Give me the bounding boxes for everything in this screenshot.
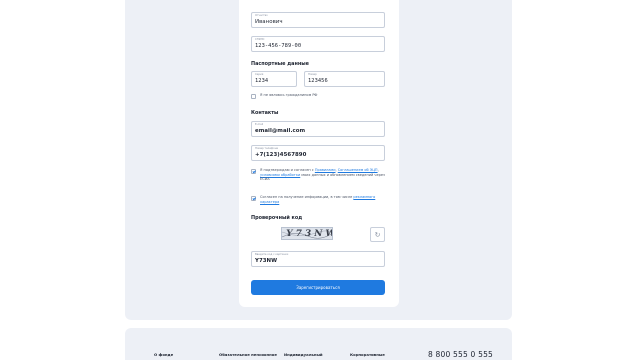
consent-rules-text: Я подтверждаю и согласен с Правилами, Со…	[260, 168, 385, 182]
captcha-input-field[interactable]: Введите код с картинки Y73NW	[251, 251, 385, 267]
captcha-input-label: Введите код с картинки	[255, 253, 289, 256]
not-citizen-checkbox-row[interactable]: Я не являюсь гражданином РФ	[251, 93, 385, 99]
consent-ads-text: Согласен на получение информации, в том …	[260, 195, 385, 204]
captcha-text: Y73NW	[285, 229, 333, 239]
phone-label: Номер телефона	[255, 147, 279, 150]
processing-terms-link[interactable]: условиями обработки	[260, 173, 300, 177]
captcha-image: Y73NW	[281, 227, 333, 240]
passport-section-title: Паспортные данные	[251, 61, 309, 67]
not-citizen-label: Я не являюсь гражданином РФ	[260, 93, 318, 97]
captcha-input-value: Y73NW	[255, 257, 278, 264]
register-button[interactable]: Зарегистрироваться	[251, 280, 385, 295]
passport-series-field[interactable]: Серия 1234	[251, 71, 297, 87]
email-value: email@mail.com	[255, 127, 306, 134]
passport-number-field[interactable]: Номер 123456	[304, 71, 385, 87]
patronymic-value: Иванович	[255, 18, 283, 25]
reload-captcha-button[interactable]: ↻	[370, 227, 385, 242]
captcha-section-title: Проверочный код	[251, 215, 303, 221]
refresh-icon: ↻	[374, 230, 381, 239]
footer-link-individual[interactable]: Индивидуальный	[284, 352, 323, 357]
passport-series-value: 1234	[255, 77, 269, 84]
phone-field[interactable]: Номер телефона +7(123)4567890	[251, 145, 385, 161]
passport-series-label: Серия	[255, 73, 264, 76]
patronymic-label: Отчество	[255, 14, 268, 17]
consent-rules-checkbox[interactable]	[251, 168, 256, 174]
passport-number-label: Номер	[308, 73, 317, 76]
consent-rules-sep2: ,	[377, 168, 379, 172]
consent-ads-prefix: Согласен на получение информации, в том …	[260, 195, 354, 199]
snils-label: СНИЛС	[255, 38, 265, 41]
not-citizen-checkbox[interactable]	[251, 93, 256, 99]
footer-phone[interactable]: 8 800 555 0 555	[428, 350, 493, 359]
patronymic-field[interactable]: Отчество Иванович	[251, 12, 385, 28]
rules-link[interactable]: Правилами	[315, 168, 336, 172]
email-label: E-mail	[255, 123, 264, 126]
phone-value: +7(123)4567890	[255, 151, 307, 158]
consent-ads-row[interactable]: Согласен на получение информации, в том …	[251, 195, 385, 204]
snils-field[interactable]: СНИЛС 123-456-789-00	[251, 36, 385, 52]
contacts-section-title: Контакты	[251, 110, 279, 116]
consent-rules-prefix: Я подтверждаю и согласен с	[260, 168, 315, 172]
snils-value: 123-456-789-00	[255, 42, 302, 49]
passport-number-value: 123456	[308, 77, 328, 84]
consent-ads-checkbox[interactable]	[251, 195, 256, 201]
email-field[interactable]: E-mail email@mail.com	[251, 121, 385, 137]
footer-link-mandatory-pension[interactable]: Обязательное пенсионное	[219, 352, 277, 357]
consent-rules-row[interactable]: Я подтверждаю и согласен с Правилами, Со…	[251, 168, 385, 182]
ecp-agreement-link[interactable]: Соглашением об ЭЦП	[338, 168, 378, 172]
footer-link-about[interactable]: О фонде	[154, 352, 173, 357]
footer-link-corporate[interactable]: Корпоративные	[350, 352, 385, 357]
